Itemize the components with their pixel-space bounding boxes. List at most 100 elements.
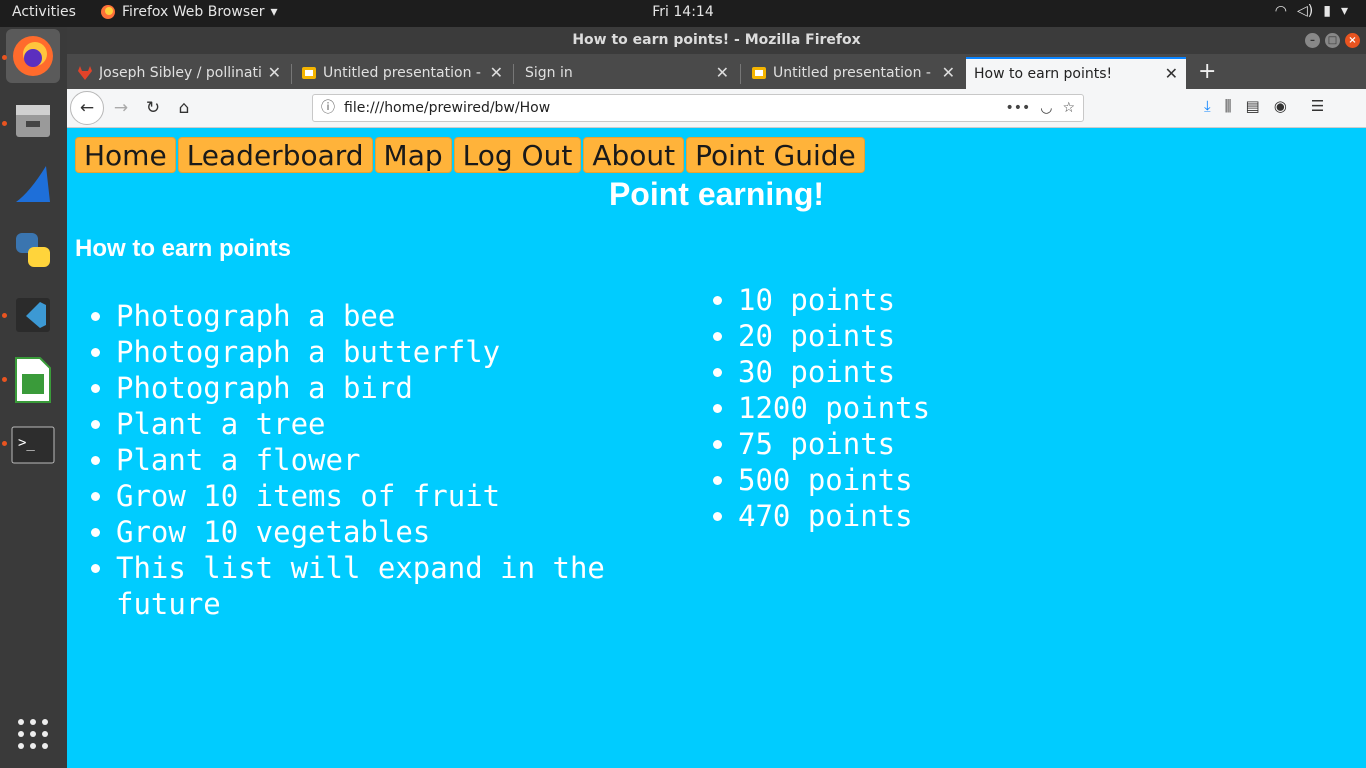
site-nav: Home Leaderboard Map Log Out About Point… xyxy=(75,137,865,173)
tab-label: Untitled presentation - G xyxy=(323,65,484,81)
new-tab-button[interactable]: + xyxy=(1198,57,1216,87)
section-heading: How to earn points xyxy=(75,235,291,262)
tab-how-to-earn-points[interactable]: How to earn points! ✕ xyxy=(966,57,1186,89)
arrow-right-icon: → xyxy=(113,98,129,118)
nav-point-guide-button[interactable]: Point Guide xyxy=(686,137,865,173)
bookmark-star-icon[interactable]: ☆ xyxy=(1062,95,1075,121)
close-icon[interactable]: ✕ xyxy=(942,58,955,88)
reload-icon: ↻ xyxy=(145,98,161,118)
navigation-toolbar: ← → ↻ ⌂ ⓘ file:///home/prewired/bw/How •… xyxy=(67,89,1366,128)
hamburger-menu-icon[interactable]: ☰ xyxy=(1311,97,1324,115)
list-item: Photograph a butterfly xyxy=(116,334,636,370)
back-button[interactable]: ← xyxy=(70,91,104,125)
list-item: Grow 10 items of fruit xyxy=(116,478,636,514)
maximize-button[interactable]: □ xyxy=(1325,33,1340,48)
points-list: 10 points 20 points 30 points 1200 point… xyxy=(698,282,1098,534)
sidebar-icon[interactable]: ▤ xyxy=(1246,97,1260,115)
calc-icon xyxy=(15,357,51,403)
battery-icon: ▮ xyxy=(1323,3,1331,19)
list-item: 500 points xyxy=(738,462,1098,498)
activities-button[interactable]: Activities xyxy=(12,4,76,20)
list-item: 1200 points xyxy=(738,390,1098,426)
tab-sign-in[interactable]: Sign in ✕ xyxy=(517,57,737,89)
forward-button[interactable]: → xyxy=(107,94,135,122)
dock-files[interactable] xyxy=(6,93,60,147)
minimize-button[interactable]: – xyxy=(1305,33,1320,48)
window-titlebar: How to earn points! - Mozilla Firefox – … xyxy=(67,27,1366,54)
close-icon[interactable]: ✕ xyxy=(490,58,503,88)
list-item: 75 points xyxy=(738,426,1098,462)
account-icon[interactable]: ◉ xyxy=(1274,97,1287,115)
slides-icon xyxy=(302,67,316,79)
dock-vscode[interactable] xyxy=(6,288,60,342)
activity-list: Photograph a bee Photograph a butterfly … xyxy=(76,298,636,622)
clock[interactable]: Fri 14:14 xyxy=(652,4,713,20)
vscode-icon xyxy=(16,298,50,332)
dock-terminal[interactable]: >_ xyxy=(6,418,60,472)
wireshark-icon xyxy=(16,166,50,202)
list-item: Grow 10 vegetables xyxy=(116,514,636,550)
dock-python[interactable] xyxy=(6,223,60,277)
tab-bar: Joseph Sibley / pollinatio ✕ Untitled pr… xyxy=(67,54,1366,89)
dock-wireshark[interactable] xyxy=(6,158,60,212)
dock-calc[interactable] xyxy=(6,353,60,407)
dock-firefox[interactable] xyxy=(6,29,60,83)
tab-gitlab[interactable]: Joseph Sibley / pollinatio ✕ xyxy=(69,57,289,89)
app-menu-label: Firefox Web Browser xyxy=(122,4,265,20)
nav-about-button[interactable]: About xyxy=(583,137,685,173)
volume-icon: ◁) xyxy=(1297,3,1314,19)
system-tray[interactable]: ◠ ◁) ▮ ▾ xyxy=(1275,3,1348,19)
list-item: 30 points xyxy=(738,354,1098,390)
chevron-down-icon: ▾ xyxy=(1340,3,1348,19)
list-item: This list will expand in the future xyxy=(116,550,636,622)
tab-label: Untitled presentation - G xyxy=(773,65,936,81)
info-icon[interactable]: ⓘ xyxy=(321,95,335,121)
close-icon[interactable]: ✕ xyxy=(716,58,729,88)
list-item: 470 points xyxy=(738,498,1098,534)
reload-button[interactable]: ↻ xyxy=(139,94,167,122)
svg-text:>_: >_ xyxy=(18,435,35,451)
tab-presentation-1[interactable]: Untitled presentation - G ✕ xyxy=(293,57,511,89)
firefox-small-icon xyxy=(101,5,115,19)
home-button[interactable]: ⌂ xyxy=(170,94,198,122)
close-window-button[interactable]: × xyxy=(1345,33,1360,48)
list-item: Photograph a bird xyxy=(116,370,636,406)
nav-home-button[interactable]: Home xyxy=(75,137,176,173)
firefox-icon xyxy=(13,36,53,76)
page-content: Home Leaderboard Map Log Out About Point… xyxy=(67,129,1366,768)
dock-app-grid[interactable] xyxy=(6,707,60,761)
list-item: Plant a flower xyxy=(116,442,636,478)
list-item: 20 points xyxy=(738,318,1098,354)
wifi-icon: ◠ xyxy=(1274,3,1288,19)
close-icon[interactable]: ✕ xyxy=(268,58,281,88)
nav-map-button[interactable]: Map xyxy=(374,137,452,173)
page-title: Point earning! xyxy=(608,176,825,212)
tab-label: How to earn points! xyxy=(974,66,1113,82)
list-item: Photograph a bee xyxy=(116,298,636,334)
python-icon xyxy=(16,233,50,267)
download-icon[interactable]: ⤓ xyxy=(1204,97,1211,115)
terminal-icon: >_ xyxy=(11,426,55,464)
nav-leaderboard-button[interactable]: Leaderboard xyxy=(177,137,373,173)
dock: >_ xyxy=(0,27,67,768)
page-actions-icon[interactable]: ••• xyxy=(1005,95,1030,121)
close-icon[interactable]: ✕ xyxy=(1165,59,1178,89)
app-menu[interactable]: Firefox Web Browser ▾ xyxy=(100,4,278,20)
url-text[interactable]: file:///home/prewired/bw/How xyxy=(344,95,550,121)
tab-presentation-2[interactable]: Untitled presentation - G ✕ xyxy=(743,57,963,89)
url-bar[interactable]: ⓘ file:///home/prewired/bw/How ••• ◡ ☆ xyxy=(312,94,1084,122)
nav-logout-button[interactable]: Log Out xyxy=(453,137,582,173)
gitlab-icon xyxy=(78,66,92,80)
files-icon xyxy=(16,105,50,137)
app-grid-icon xyxy=(18,719,48,749)
tab-label: Sign in xyxy=(525,65,573,81)
home-icon: ⌂ xyxy=(178,98,190,118)
chevron-down-icon: ▾ xyxy=(270,4,278,20)
tab-label: Joseph Sibley / pollinatio xyxy=(99,65,262,81)
pocket-icon[interactable]: ◡ xyxy=(1040,95,1052,121)
library-icon[interactable]: ⫼ xyxy=(1225,97,1232,115)
window-title: How to earn points! - Mozilla Firefox xyxy=(572,32,861,48)
list-item: 10 points xyxy=(738,282,1098,318)
slides-icon xyxy=(752,67,766,79)
list-item: Plant a tree xyxy=(116,406,636,442)
